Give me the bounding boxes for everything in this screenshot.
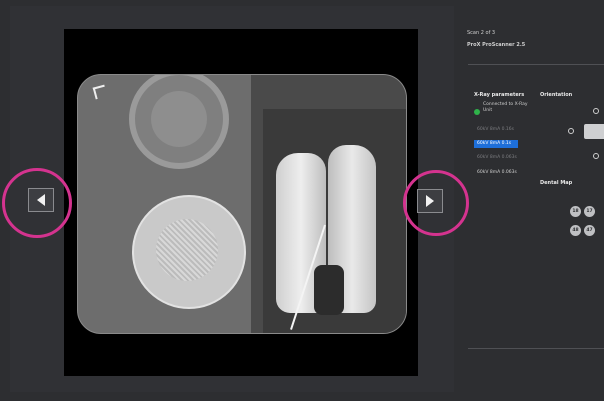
- orientation-marker-icon: [92, 84, 108, 100]
- divider: [468, 348, 604, 349]
- calibration-disc-top: [129, 75, 229, 169]
- tooth-button-48[interactable]: 48: [570, 225, 581, 236]
- scan-counter: Scan 2 of 3: [467, 30, 496, 36]
- image-viewer: [10, 6, 454, 392]
- tooth-button-18[interactable]: 18: [570, 206, 581, 217]
- chevron-left-icon: [37, 194, 45, 206]
- xray-image: [77, 74, 407, 334]
- next-scan-button[interactable]: [417, 189, 443, 213]
- previous-scan-button[interactable]: [28, 188, 54, 212]
- side-panel: Scan 2 of 3 ProX ProScanner 2.5 X-Ray pa…: [460, 0, 604, 401]
- xray-param-option[interactable]: 60kV 8mA 0.063s: [474, 154, 534, 162]
- tooth-button-17[interactable]: 17: [584, 206, 595, 217]
- orientation-preview: [584, 124, 604, 139]
- orientation-title: Orientation: [540, 92, 573, 98]
- connection-status-text: Connected to X-Ray Unit: [483, 102, 528, 113]
- xray-parameters-title: X-Ray parameters: [474, 92, 525, 98]
- connection-status-icon: [474, 109, 480, 115]
- chevron-right-icon: [426, 195, 434, 207]
- divider: [468, 64, 604, 65]
- xray-param-option[interactable]: 60kV 8mA 0.16s: [474, 126, 534, 134]
- dental-map-title: Dental Map: [540, 180, 573, 186]
- xray-param-option[interactable]: 60kV 8mA 0.063s: [474, 169, 534, 177]
- orientation-left-radio[interactable]: [568, 128, 574, 134]
- orientation-bottom-radio[interactable]: [593, 153, 599, 159]
- xray-image-frame: [64, 29, 418, 376]
- orientation-top-radio[interactable]: [593, 108, 599, 114]
- scanner-name: ProX ProScanner 2.5: [467, 42, 526, 48]
- tooth-button-47[interactable]: 47: [584, 225, 595, 236]
- calibration-disc-bottom: [132, 195, 246, 309]
- xray-param-option-selected[interactable]: 60kV 8mA 0.1s: [474, 140, 518, 148]
